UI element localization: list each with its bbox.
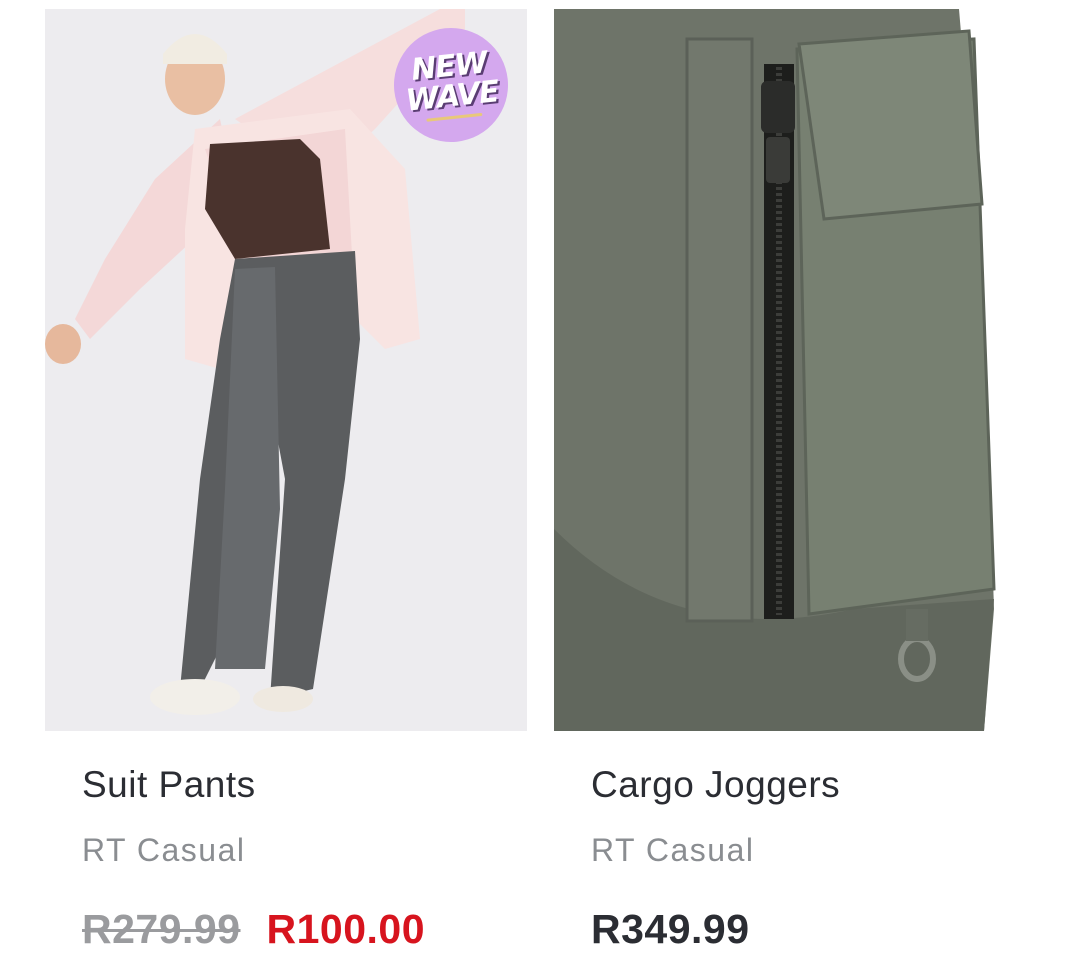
- product-image-suit-pants[interactable]: NEW WAVE: [45, 9, 527, 731]
- badge-line2: WAVE: [404, 73, 501, 119]
- product-brand: RT Casual: [82, 832, 246, 868]
- product-brand: RT Casual: [591, 832, 755, 868]
- regular-price: R349.99: [591, 906, 750, 952]
- product-grid: NEW WAVE Suit Pants RT Casual R279.99 R10…: [0, 0, 1080, 953]
- product-card-suit-pants[interactable]: NEW WAVE Suit Pants RT Casual R279.99 R10…: [45, 0, 527, 953]
- product-title[interactable]: Suit Pants: [82, 762, 256, 808]
- price-row: R279.99 R100.00: [82, 905, 425, 953]
- product-title[interactable]: Cargo Joggers: [591, 762, 840, 808]
- product-card-cargo-joggers[interactable]: Cargo Joggers RT Casual R349.99: [554, 0, 1036, 953]
- sale-price: R100.00: [266, 906, 426, 952]
- original-price: R279.99: [82, 906, 241, 952]
- cargo-pocket-photo: [554, 9, 1036, 731]
- product-image-cargo-joggers[interactable]: [554, 9, 1036, 731]
- price-row: R349.99: [591, 905, 750, 953]
